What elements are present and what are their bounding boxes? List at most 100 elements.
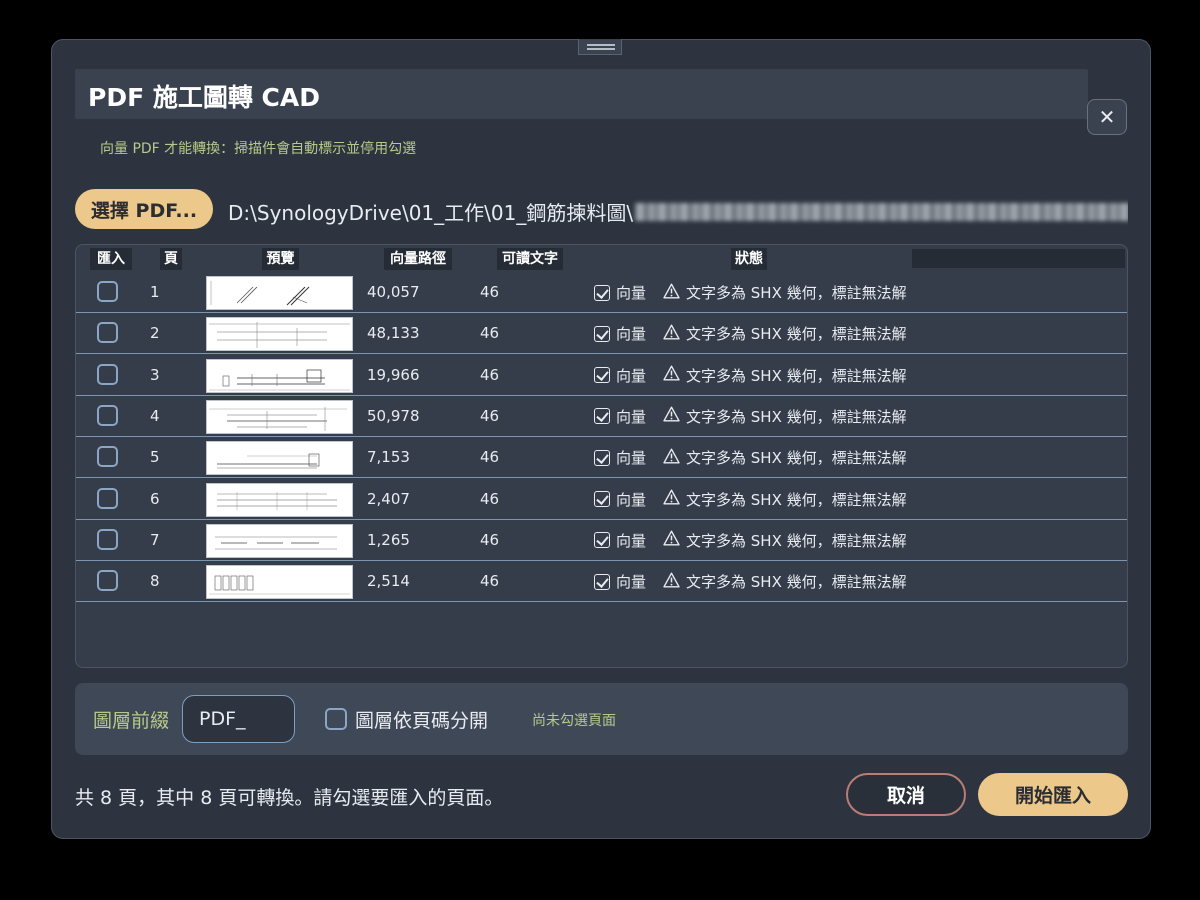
header-vector-paths: 向量路徑	[384, 248, 452, 270]
import-checkbox[interactable]	[97, 446, 118, 468]
page-preview-thumbnail[interactable]	[206, 441, 353, 476]
start-import-button[interactable]: 開始匯入	[978, 773, 1128, 816]
page-number: 8	[150, 572, 160, 591]
shx-warning: 文字多為 SHX 幾何，標註無法解	[663, 437, 907, 478]
warning-text: 文字多為 SHX 幾何，標註無法解	[686, 366, 907, 385]
page-preview-thumbnail[interactable]	[206, 523, 353, 558]
warning-icon	[663, 489, 680, 509]
table-row: 8 2,514 46 向量 文字多為 SHX 幾何，標註無法解	[76, 561, 1127, 603]
page-preview-thumbnail[interactable]	[206, 358, 353, 393]
warning-text: 文字多為 SHX 幾何，標註無法解	[686, 490, 907, 509]
vector-status: 向量	[594, 479, 646, 520]
layer-prefix-input[interactable]: PDF_	[182, 695, 295, 743]
pages-table: 匯入 頁 預覽 向量路徑 可讀文字 狀態 1 40,057 46 向量 文字多為 SHX…	[75, 244, 1128, 668]
warning-icon	[663, 283, 680, 303]
page-number: 5	[150, 448, 160, 467]
readable-text-count: 46	[480, 530, 500, 549]
checked-box-icon	[594, 573, 610, 590]
warning-text: 文字多為 SHX 幾何，標註無法解	[686, 531, 907, 550]
header-page: 頁	[160, 248, 182, 270]
vector-status: 向量	[594, 313, 646, 354]
warning-icon	[663, 365, 680, 385]
vector-paths-count: 19,966	[367, 365, 420, 384]
import-checkbox[interactable]	[97, 570, 118, 592]
vector-label: 向量	[616, 284, 647, 302]
import-checkbox[interactable]	[97, 322, 118, 344]
shx-warning: 文字多為 SHX 幾何，標註無法解	[663, 479, 907, 520]
checked-box-icon	[594, 408, 610, 425]
close-button[interactable]: ✕	[1087, 99, 1127, 135]
vector-label: 向量	[616, 573, 647, 592]
choose-pdf-button[interactable]: 選擇 PDF...	[75, 189, 213, 229]
table-header: 匯入 頁 預覽 向量路徑 可讀文字 狀態	[76, 245, 1127, 272]
split-by-page-label[interactable]: 圖層依頁碼分開	[355, 706, 488, 733]
page-preview-thumbnail[interactable]	[206, 399, 353, 434]
close-icon: ✕	[1098, 105, 1116, 129]
page-preview-thumbnail[interactable]	[206, 276, 353, 310]
split-by-page-checkbox[interactable]	[325, 708, 347, 730]
shx-warning: 文字多為 SHX 幾何，標註無法解	[663, 520, 907, 561]
import-checkbox[interactable]	[97, 281, 118, 302]
vector-paths-count: 40,057	[367, 283, 420, 301]
import-checkbox[interactable]	[97, 404, 118, 426]
shx-warning: 文字多為 SHX 幾何，標註無法解	[663, 272, 907, 313]
shx-warning: 文字多為 SHX 幾何，標註無法解	[663, 561, 907, 602]
warning-icon	[663, 406, 680, 426]
vector-status: 向量	[594, 520, 646, 561]
vector-status: 向量	[594, 272, 646, 313]
page-preview-thumbnail[interactable]	[206, 317, 353, 352]
table-row: 1 40,057 46 向量 文字多為 SHX 幾何，標註無法解	[76, 272, 1127, 313]
redacted-path-segment	[635, 202, 1128, 221]
header-status: 狀態	[731, 248, 767, 270]
layer-options-panel: 圖層前綴 PDF_ 圖層依頁碼分開 尚未勾選頁面	[75, 683, 1128, 755]
checked-box-icon	[594, 532, 610, 549]
checked-box-icon	[594, 325, 610, 342]
warning-icon	[663, 324, 680, 344]
vector-status: 向量	[594, 355, 646, 396]
vector-label: 向量	[616, 366, 647, 385]
cancel-button[interactable]: 取消	[846, 773, 966, 816]
import-checkbox[interactable]	[97, 487, 118, 509]
vector-paths-count: 2,407	[367, 489, 410, 508]
import-checkbox[interactable]	[97, 528, 118, 550]
readable-text-count: 46	[480, 448, 500, 467]
header-readable-text: 可讀文字	[497, 248, 563, 270]
readable-text-count: 46	[480, 406, 500, 425]
file-path-text: D:\SynologyDrive\01_工作\01_鋼筋揀料圖\	[228, 201, 634, 225]
checked-box-icon	[594, 449, 610, 466]
table-row: 3 19,966 46 向量 文字多為 SHX 幾何，標註無法解	[76, 355, 1127, 396]
vector-label: 向量	[616, 449, 647, 468]
vector-paths-count: 7,153	[367, 448, 410, 467]
page-number: 2	[150, 324, 160, 343]
readable-text-count: 46	[480, 324, 500, 343]
header-import: 匯入	[90, 248, 132, 270]
page-number: 7	[150, 530, 160, 549]
vector-status: 向量	[594, 561, 646, 602]
checked-box-icon	[594, 284, 610, 301]
warning-text: 文字多為 SHX 幾何，標註無法解	[686, 449, 907, 468]
vector-notice: 向量 PDF 才能轉換：掃描件會自動標示並停用勾選	[100, 141, 417, 157]
warning-text: 文字多為 SHX 幾何，標註無法解	[686, 325, 907, 344]
vector-paths-count: 48,133	[367, 324, 420, 343]
header-filler	[912, 249, 1125, 268]
vector-paths-count: 1,265	[367, 530, 410, 549]
summary-text: 共 8 頁，其中 8 頁可轉換。請勾選要匯入的頁面。	[75, 787, 504, 809]
page-preview-thumbnail[interactable]	[206, 482, 353, 517]
warning-text: 文字多為 SHX 幾何，標註無法解	[686, 573, 907, 592]
page-number: 3	[150, 365, 160, 384]
file-path-display: D:\SynologyDrive\01_工作\01_鋼筋揀料圖\	[228, 197, 1128, 225]
vector-status: 向量	[594, 437, 646, 478]
readable-text-count: 46	[480, 283, 500, 301]
readable-text-count: 46	[480, 365, 500, 384]
layer-prefix-label: 圖層前綴	[93, 710, 170, 732]
table-row: 2 48,133 46 向量 文字多為 SHX 幾何，標註無法解	[76, 313, 1127, 355]
selection-hint: 尚未勾選頁面	[532, 713, 616, 729]
checked-box-icon	[594, 367, 610, 384]
page-number: 4	[150, 406, 160, 425]
warning-icon	[663, 530, 680, 550]
page-preview-thumbnail[interactable]	[206, 565, 353, 600]
import-checkbox[interactable]	[97, 363, 118, 385]
table-row: 4 50,978 46 向量 文字多為 SHX 幾何，標註無法解	[76, 396, 1127, 437]
warning-text: 文字多為 SHX 幾何，標註無法解	[686, 407, 907, 426]
drag-handle[interactable]	[578, 39, 622, 55]
